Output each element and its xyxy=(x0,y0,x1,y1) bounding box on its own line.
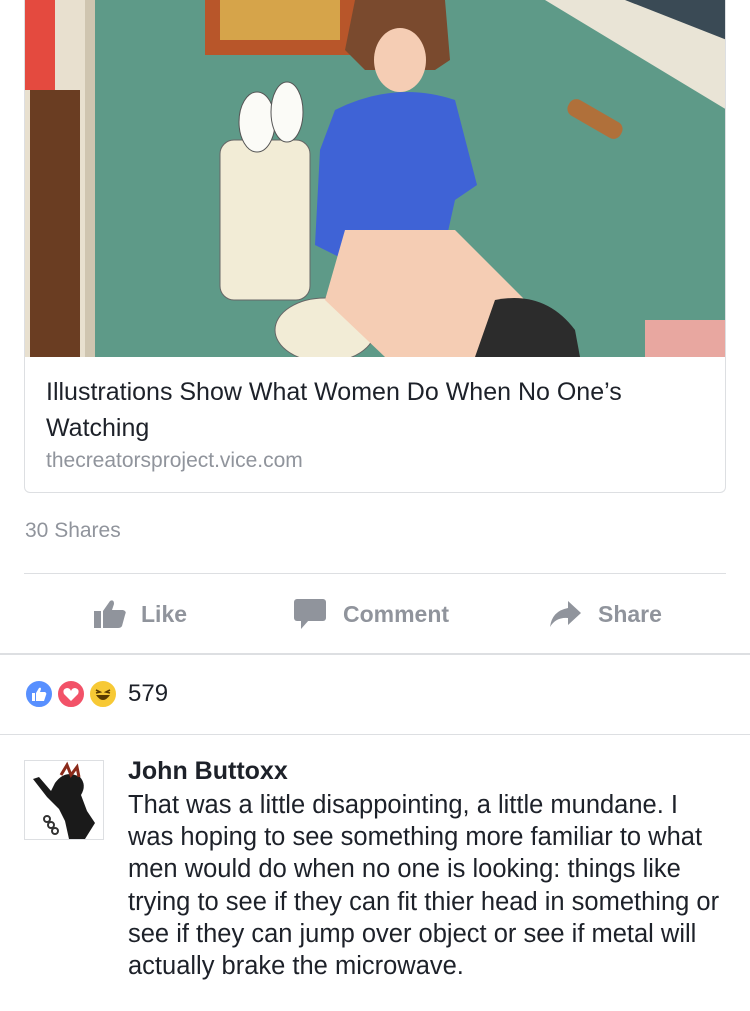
shares-count[interactable]: 30 Shares xyxy=(25,519,121,543)
reaction-icons xyxy=(24,676,124,712)
love-reaction-icon xyxy=(56,679,86,709)
reaction-count: 579 xyxy=(128,680,169,707)
share-button[interactable]: Share xyxy=(548,596,662,632)
thumbs-up-icon xyxy=(93,599,127,629)
avatar[interactable] xyxy=(24,760,104,840)
share-label: Share xyxy=(598,600,662,627)
post-action-bar: Like Comment Share xyxy=(0,574,750,654)
link-title[interactable]: Illustrations Show What Women Do When No… xyxy=(46,374,686,446)
comment-bubble-icon xyxy=(293,598,327,630)
comment-button[interactable]: Comment xyxy=(293,596,449,632)
like-button[interactable]: Like xyxy=(93,596,187,632)
haha-reaction-icon xyxy=(88,679,118,709)
divider xyxy=(0,734,750,735)
comment-author[interactable]: John Buttoxx xyxy=(128,757,288,786)
link-preview-card[interactable]: Illustrations Show What Women Do When No… xyxy=(24,0,726,493)
share-arrow-icon xyxy=(548,600,582,628)
comment-text: That was a little disappointing, a littl… xyxy=(128,791,720,981)
like-label: Like xyxy=(141,600,188,627)
like-reaction-icon xyxy=(24,679,54,709)
reactions-summary[interactable]: 579 xyxy=(24,676,168,712)
comment-label: Comment xyxy=(343,600,450,627)
divider xyxy=(0,653,750,655)
link-domain: thecreatorsproject.vice.com xyxy=(46,449,303,472)
link-preview-image[interactable] xyxy=(25,0,725,357)
